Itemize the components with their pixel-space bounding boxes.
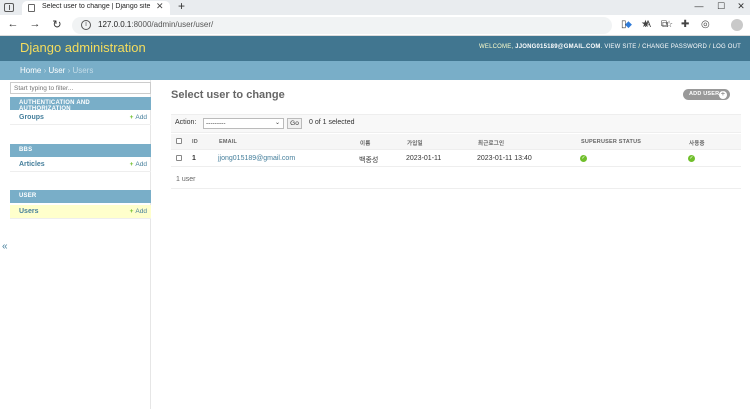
add-user-label: ADD USER — [689, 91, 720, 97]
url-text[interactable]: 127.0.0.1:8000/admin/user/user/ — [98, 20, 213, 29]
cell-email-link[interactable]: jjong015189@gmail.com — [218, 155, 295, 162]
admin-header: Django administration WELCOME, JJONG0151… — [0, 36, 750, 61]
log-out-link[interactable]: LOG OUT — [713, 44, 741, 50]
actions-bar: Action: --------- ⌄ Go 0 of 1 selected — [171, 114, 741, 133]
page-favicon-icon — [28, 4, 35, 12]
paginator: 1 user — [171, 170, 741, 189]
back-icon[interactable]: ← — [6, 18, 20, 30]
minimize-icon[interactable]: — — [692, 1, 706, 11]
column-header-last-login[interactable]: 최근로그인 — [478, 139, 504, 147]
add-articles-link[interactable]: + Add — [130, 161, 147, 168]
column-header-active[interactable]: 사용중 — [689, 139, 705, 147]
model-link-articles[interactable]: Articles — [19, 161, 45, 168]
change-password-link[interactable]: CHANGE PASSWORD — [642, 44, 707, 50]
add-users-link[interactable]: + Add — [130, 208, 147, 215]
address-bar[interactable]: i 127.0.0.1:8000/admin/user/user/ ◆ A ☆ — [72, 17, 673, 34]
module-caption-bbs[interactable]: BBS — [10, 144, 151, 157]
tab-actions-icon[interactable] — [4, 3, 14, 12]
favorites-icon[interactable]: ★ — [641, 19, 650, 30]
cell-name: 백종성 — [359, 157, 379, 164]
browser-tab[interactable]: Select user to change | Django site admi… — [22, 1, 170, 15]
forward-icon[interactable]: → — [28, 18, 42, 30]
close-window-icon[interactable]: ✕ — [734, 1, 748, 12]
module-caption-auth[interactable]: AUTHENTICATION AND AUTHORIZATION — [10, 97, 151, 112]
cell-joined: 2023-01-11 — [406, 155, 442, 162]
add-icon: + — [129, 114, 134, 121]
cell-last-login: 2023-01-11 13:40 — [477, 155, 532, 162]
action-selected-value: --------- — [206, 120, 226, 127]
browser-toolbar: ← → ↻ i 127.0.0.1:8000/admin/user/user/ … — [0, 15, 750, 36]
row-checkbox[interactable] — [176, 155, 182, 161]
site-info-icon[interactable]: i — [81, 20, 91, 30]
breadcrumb-home[interactable]: Home — [20, 66, 41, 75]
breadcrumb-app[interactable]: User — [48, 66, 65, 75]
extensions-icon[interactable]: ✚ — [681, 19, 689, 30]
collections-icon[interactable]: ⧉ — [661, 19, 668, 30]
split-screen-icon[interactable]: ▯ — [621, 19, 627, 30]
view-site-link[interactable]: VIEW SITE — [604, 44, 636, 50]
copilot-icon[interactable]: ◎ — [701, 19, 710, 30]
column-header-superuser[interactable]: SUPERUSER STATUS — [581, 139, 641, 145]
user-tools: WELCOME, JJONG015189@GMAIL.COM. VIEW SIT… — [479, 44, 741, 50]
action-label: Action: — [175, 119, 197, 126]
add-label: Add — [135, 161, 147, 168]
refresh-icon[interactable]: ↻ — [50, 18, 64, 31]
breadcrumb: Home › User › Users — [0, 61, 750, 80]
add-user-button[interactable]: ADD USER + — [683, 89, 730, 100]
action-select[interactable]: --------- ⌄ — [203, 118, 284, 129]
page-title: Select user to change — [171, 89, 285, 101]
column-header-joined[interactable]: 가입일 — [407, 139, 423, 147]
add-icon: + — [129, 208, 134, 215]
tab-title: Select user to change | Django site admi… — [42, 3, 152, 10]
browser-tab-strip: Select user to change | Django site admi… — [0, 0, 750, 15]
site-name[interactable]: Django administration — [20, 40, 146, 55]
sidebar-item-articles[interactable]: Articles + Add — [10, 158, 151, 172]
selection-count: 0 of 1 selected — [309, 119, 355, 126]
chevron-down-icon: ⌄ — [274, 120, 280, 126]
profile-avatar[interactable] — [731, 19, 743, 31]
module-caption-user[interactable]: USER — [10, 190, 151, 203]
select-all-checkbox[interactable] — [176, 138, 182, 144]
new-tab-button[interactable]: + — [178, 0, 185, 13]
plus-icon: + — [719, 90, 727, 99]
sidebar-item-users[interactable]: Users + Add — [10, 205, 151, 219]
add-icon: + — [129, 161, 134, 168]
welcome-text: WELCOME, — [479, 44, 514, 50]
maximize-icon[interactable]: ☐ — [714, 1, 728, 12]
sidebar-item-groups[interactable]: Groups + Add — [10, 111, 151, 125]
column-header-email[interactable]: EMAIL — [219, 139, 237, 145]
add-groups-link[interactable]: + Add — [130, 114, 147, 121]
column-header-id[interactable]: ID — [192, 139, 198, 145]
breadcrumb-current: Users — [72, 66, 94, 75]
table-header: ID EMAIL 이름 가입일 최근로그인 SUPERUSER STATUS 사… — [171, 134, 741, 150]
sidebar-filter-input[interactable] — [10, 82, 151, 94]
sidebar-collapse-icon[interactable]: « — [2, 241, 8, 252]
add-label: Add — [135, 114, 147, 121]
model-link-users[interactable]: Users — [19, 208, 38, 215]
superuser-yes-icon: ✓ — [580, 155, 587, 162]
add-label: Add — [135, 208, 147, 215]
tab-close-icon[interactable]: ✕ — [156, 1, 164, 12]
cell-id: 1 — [192, 155, 196, 162]
column-header-name[interactable]: 이름 — [360, 139, 371, 147]
table-row: 1 jjong015189@gmail.com 백종성 2023-01-11 2… — [171, 150, 741, 167]
active-yes-icon: ✓ — [688, 155, 695, 162]
nav-sidebar: AUTHENTICATION AND AUTHORIZATION Groups … — [10, 80, 151, 409]
model-link-groups[interactable]: Groups — [19, 114, 44, 121]
go-button[interactable]: Go — [287, 118, 302, 129]
user-email: JJONG015189@GMAIL.COM — [515, 44, 601, 50]
